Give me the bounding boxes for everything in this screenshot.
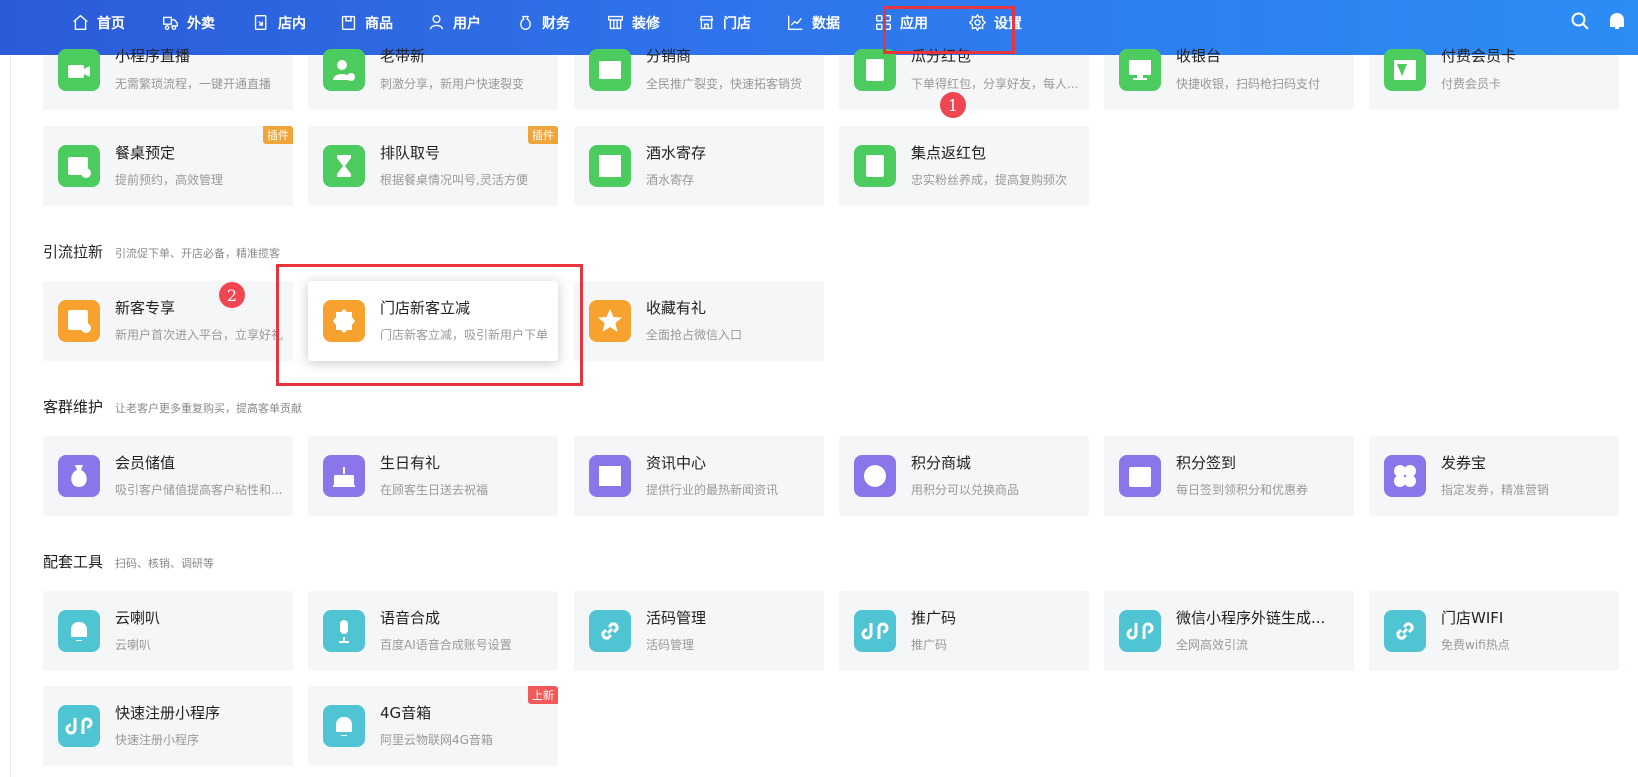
app-card-table-reservation[interactable]: 餐桌预定 提前预约，高效管理 插件 bbox=[43, 126, 293, 206]
step-badge-2: 2 bbox=[219, 282, 245, 308]
plugin-tag: 插件 bbox=[528, 126, 558, 144]
points-diamond-icon bbox=[854, 455, 896, 497]
highlight-box-store-discount-card bbox=[276, 264, 583, 386]
video-camera-icon bbox=[58, 49, 100, 91]
app-card-cashier[interactable]: 收银台 快捷收银，扫码枪扫码支付 bbox=[1104, 47, 1354, 110]
app-card-points-red-envelope[interactable]: 集点返红包 忠实粉丝养成，提高复购频次 bbox=[839, 126, 1089, 206]
app-card-news-center[interactable]: 资讯中心 提供行业的最热新闻资讯 bbox=[574, 436, 824, 516]
app-card-referral[interactable]: 老带新 刺激分享，新用户快速裂变 bbox=[308, 47, 558, 110]
app-card-paid-membership[interactable]: 付费会员卡 付费会员卡 bbox=[1369, 47, 1619, 110]
app-center-content: 小程序直播 无需繁琐流程，一键开通直播 老带新 刺激分享，新用户快速裂变 分销商… bbox=[0, 0, 1638, 777]
image-icon bbox=[589, 49, 631, 91]
app-card-favorite-gift[interactable]: 收藏有礼 全面抢占微信入口 bbox=[574, 281, 824, 361]
hourglass-icon bbox=[323, 145, 365, 187]
miniprogram-icon bbox=[58, 705, 100, 747]
highlight-box-apps-nav bbox=[883, 6, 1015, 54]
app-card-cloud-speaker[interactable]: 云喇叭 云喇叭 bbox=[43, 591, 293, 671]
vip-card-icon bbox=[1384, 49, 1426, 91]
storage-box-icon bbox=[589, 145, 631, 187]
app-card-store-wifi[interactable]: 门店WIFI 免费wifi热点 bbox=[1369, 591, 1619, 671]
birthday-cake-icon bbox=[323, 455, 365, 497]
app-card-live-code[interactable]: 活码管理 活码管理 bbox=[574, 591, 824, 671]
calendar-clock-icon bbox=[58, 145, 100, 187]
microphone-icon bbox=[323, 610, 365, 652]
add-user-icon bbox=[323, 49, 365, 91]
star-icon bbox=[589, 300, 631, 342]
section-retention-header: 客群维护 让老客户更多重复购买，提高客单贡献 bbox=[43, 398, 303, 416]
app-card-4g-speaker[interactable]: 4G音箱 阿里云物联网4G音箱 上新 bbox=[308, 686, 558, 766]
app-card-live-stream[interactable]: 小程序直播 无需繁琐流程，一键开通直播 bbox=[43, 47, 293, 110]
calendar-check-icon bbox=[1119, 455, 1161, 497]
bell-icon bbox=[58, 610, 100, 652]
miniprogram-icon bbox=[1119, 610, 1161, 652]
news-icon bbox=[589, 455, 631, 497]
link-icon bbox=[1384, 610, 1426, 652]
app-card-speech-synthesis[interactable]: 语音合成 百度AI语音合成账号设置 bbox=[308, 591, 558, 671]
app-card-wine-storage[interactable]: 酒水寄存 酒水寄存 bbox=[574, 126, 824, 206]
app-card-new-customer[interactable]: 新客专享 新用户首次进入平台，立享好礼 bbox=[43, 281, 293, 361]
miniprogram-icon bbox=[854, 610, 896, 652]
section-tools-header: 配套工具 扫码、核销、调研等 bbox=[43, 553, 215, 571]
red-envelope-icon bbox=[854, 49, 896, 91]
plugin-tag: 插件 bbox=[263, 126, 293, 144]
section-traffic-header: 引流拉新 引流促下单、开店必备，精准揽客 bbox=[43, 243, 281, 261]
app-card-queue-number[interactable]: 排队取号 根据餐桌情况叫号,灵活方便 插件 bbox=[308, 126, 558, 206]
step-badge-1: 1 bbox=[940, 92, 966, 118]
app-card-points-checkin[interactable]: 积分签到 每日签到领积分和优惠券 bbox=[1104, 436, 1354, 516]
app-card-miniprogram-link[interactable]: 微信小程序外链生成... 全网高效引流 bbox=[1104, 591, 1354, 671]
app-card-promo-code[interactable]: 推广码 推广码 bbox=[839, 591, 1089, 671]
app-card-birthday-gift[interactable]: 生日有礼 在顾客生日送去祝福 bbox=[308, 436, 558, 516]
money-bag-icon bbox=[58, 455, 100, 497]
app-card-member-recharge[interactable]: 会员储值 吸引客户储值提高客户粘性和... bbox=[43, 436, 293, 516]
new-tag: 上新 bbox=[528, 686, 558, 704]
app-card-coupon-issuer[interactable]: 发券宝 指定发券，精准营销 bbox=[1369, 436, 1619, 516]
bell-icon bbox=[323, 705, 365, 747]
cashier-monitor-icon bbox=[1119, 49, 1161, 91]
link-icon bbox=[589, 610, 631, 652]
red-envelope-icon bbox=[854, 145, 896, 187]
app-card-distributor[interactable]: 分销商 全民推广裂变，快速拓客销货 bbox=[574, 47, 824, 110]
new-customer-icon bbox=[58, 300, 100, 342]
app-card-quick-register-miniprogram[interactable]: 快速注册小程序 快速注册小程序 bbox=[43, 686, 293, 766]
app-card-points-mall[interactable]: 积分商城 用积分可以兑换商品 bbox=[839, 436, 1089, 516]
clover-icon bbox=[1384, 455, 1426, 497]
